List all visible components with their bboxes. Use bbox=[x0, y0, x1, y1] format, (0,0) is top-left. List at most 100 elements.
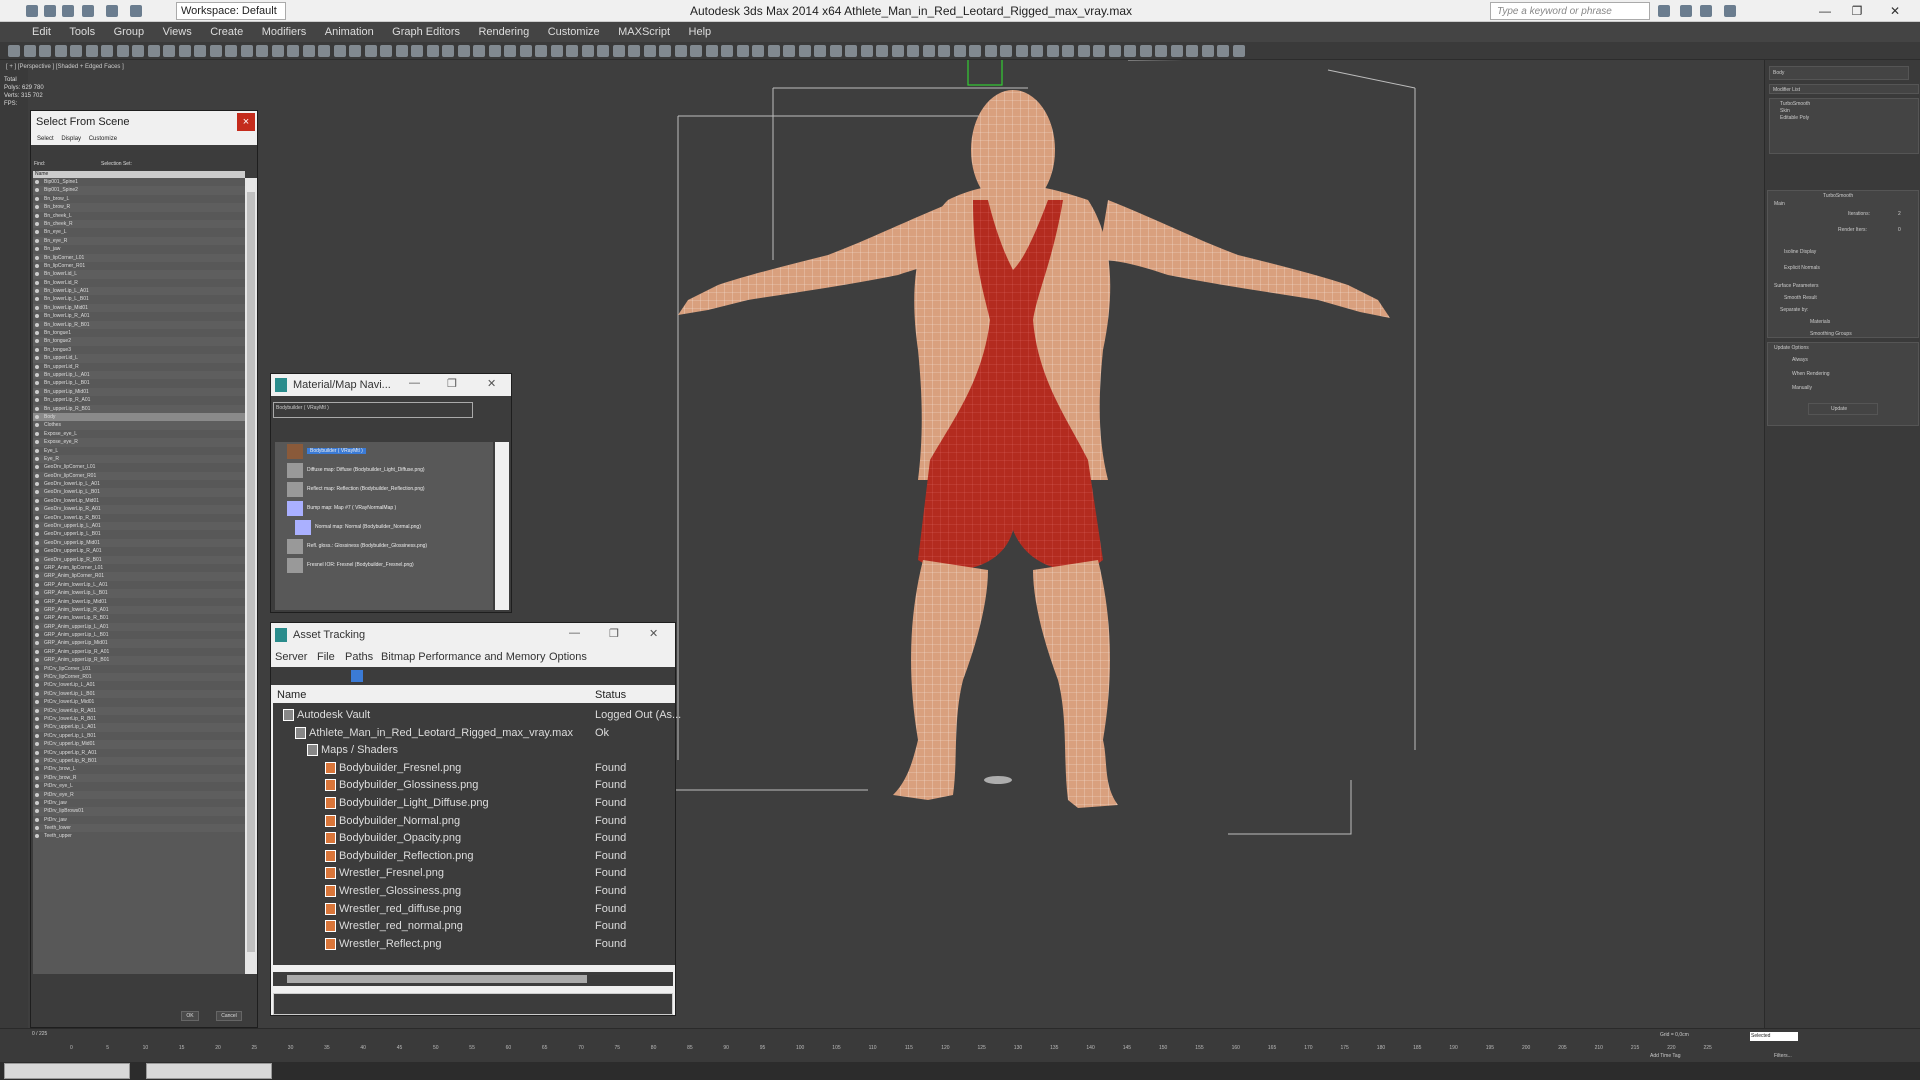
menu-server[interactable]: Server bbox=[275, 651, 307, 663]
toolbar-tool-icon[interactable] bbox=[225, 45, 237, 57]
table-row[interactable]: Wrestler_red_diffuse.png Found bbox=[273, 901, 675, 918]
menu-select[interactable]: Select bbox=[37, 136, 54, 142]
toolbar-tool-icon[interactable] bbox=[814, 45, 826, 57]
toolbar-tool-icon[interactable] bbox=[1186, 45, 1198, 57]
list-item[interactable]: Bn_cheek_R bbox=[33, 219, 245, 229]
list-item[interactable]: Bn_eye_R bbox=[33, 236, 245, 246]
toolbar-tool-icon[interactable] bbox=[1031, 45, 1043, 57]
list-item[interactable]: GRP_Anim_lipCorner_L01 bbox=[33, 564, 245, 572]
toolbar-tool-icon[interactable] bbox=[132, 45, 144, 57]
list-item[interactable]: GRP_Anim_upperLip_L_B01 bbox=[33, 631, 245, 639]
toolbar-tool-icon[interactable] bbox=[581, 45, 594, 57]
toolbar-tool-icon[interactable] bbox=[54, 45, 67, 57]
toolbar-tool-icon[interactable] bbox=[395, 45, 408, 57]
list-item[interactable]: GeoDrv_lowerLip_R_A01 bbox=[33, 505, 245, 514]
toolbar-tool-icon[interactable] bbox=[504, 45, 516, 57]
list-item[interactable]: Bip001_Spine1 bbox=[33, 178, 245, 186]
toolbar-tool-icon[interactable] bbox=[194, 45, 206, 57]
task-window-1[interactable] bbox=[4, 1063, 130, 1079]
toolbar-tool-icon[interactable] bbox=[147, 45, 160, 57]
list-item[interactable]: GeoDrv_upperLip_L_A01 bbox=[33, 522, 245, 531]
list-item[interactable]: Teeth_upper bbox=[33, 832, 245, 840]
task-window-2[interactable] bbox=[146, 1063, 272, 1079]
menu-bitmap-performance[interactable]: Bitmap Performance and Memory bbox=[381, 651, 545, 663]
explicit-normals-checkbox[interactable]: Explicit Normals bbox=[1784, 265, 1820, 271]
save-icon[interactable] bbox=[60, 3, 76, 18]
scrollbar-thumb[interactable] bbox=[287, 975, 587, 983]
list-item[interactable]: GeoDrv_upperLip_R_B01 bbox=[33, 555, 245, 564]
toolbar-tool-icon[interactable] bbox=[271, 45, 284, 57]
open-file-icon[interactable] bbox=[42, 3, 58, 18]
toolbar-tool-icon[interactable] bbox=[457, 45, 470, 57]
list-item[interactable]: Bn_jaw bbox=[33, 245, 245, 253]
toolbar-tool-icon[interactable] bbox=[829, 45, 842, 57]
list-item[interactable]: Bn_upperLip_Mid01 bbox=[33, 387, 245, 397]
list-item[interactable]: Bn_brow_L bbox=[33, 195, 245, 203]
list-item[interactable]: PtDrv_lipBrows01 bbox=[33, 807, 245, 816]
frame-counter[interactable]: 0 / 225 bbox=[32, 1031, 47, 1037]
list-item[interactable]: PtCrv_upperLip_Mid01 bbox=[33, 740, 245, 749]
list-item[interactable]: Eye_R bbox=[33, 454, 245, 464]
toolbar-tool-icon[interactable] bbox=[597, 45, 609, 57]
list-item[interactable]: Bn_lowerLid_L bbox=[33, 270, 245, 279]
list-item[interactable]: PtDrv_brow_L bbox=[33, 765, 245, 773]
toolbar-tool-icon[interactable] bbox=[736, 45, 749, 57]
toolbar-tool-icon[interactable] bbox=[333, 45, 346, 57]
toolbar-tool-icon[interactable] bbox=[488, 45, 501, 57]
table-row[interactable]: Bodybuilder_Fresnel.png Found bbox=[273, 760, 675, 777]
close-icon[interactable]: ✕ bbox=[487, 377, 496, 390]
list-item[interactable]: PtCrv_lowerLip_L_B01 bbox=[33, 689, 245, 699]
toolbar-tool-icon[interactable] bbox=[891, 45, 904, 57]
menu-help[interactable]: Help bbox=[689, 23, 712, 41]
highlight-icon[interactable] bbox=[351, 670, 363, 682]
list-item[interactable]: GeoDrv_lowerLip_R_B01 bbox=[33, 514, 245, 522]
toolbar-tool-icon[interactable] bbox=[1062, 45, 1074, 57]
list-item[interactable]: Bn_eye_L bbox=[33, 228, 245, 236]
list-item[interactable]: Bn_lowerLip_R_A01 bbox=[33, 312, 245, 320]
list-item[interactable]: PtDrv_jaw bbox=[33, 799, 245, 807]
list-item[interactable]: Eye_L bbox=[33, 447, 245, 455]
add-time-tag[interactable]: Add Time Tag bbox=[1650, 1053, 1680, 1059]
menu-create[interactable]: Create bbox=[210, 23, 243, 41]
table-row[interactable]: Bodybuilder_Light_Diffuse.png Found bbox=[273, 795, 675, 812]
toolbar-tool-icon[interactable] bbox=[302, 45, 315, 57]
list-item[interactable]: GeoDrv_lowerLip_Mid01 bbox=[33, 497, 245, 505]
asset-table[interactable]: Name Status Autodesk Vault Logged Out (As… bbox=[273, 687, 681, 965]
toolbar-tool-icon[interactable] bbox=[240, 45, 253, 57]
timeline[interactable]: 0 / 225 0 5 10 15 20 25 30 35 40 45 50 55 60 65 70 75 80… bbox=[0, 1028, 1920, 1062]
toolbar-tool-icon[interactable] bbox=[442, 45, 454, 57]
toolbar-tool-icon[interactable] bbox=[705, 45, 718, 57]
modifier-stack[interactable]: TurboSmooth Skin Editable Poly bbox=[1769, 98, 1919, 154]
menu-rendering[interactable]: Rendering bbox=[478, 23, 529, 41]
list-item[interactable]: GRP_Anim_lowerLip_L_B01 bbox=[33, 589, 245, 598]
list-item[interactable]: Bn_tongue3 bbox=[33, 346, 245, 354]
list-item[interactable]: GeoDrv_upperLip_Mid01 bbox=[33, 538, 245, 548]
stack-skin[interactable]: Skin bbox=[1780, 108, 1790, 114]
toolbar-tool-icon[interactable] bbox=[411, 45, 423, 57]
toolbar-tool-icon[interactable] bbox=[767, 45, 780, 57]
maximize-icon[interactable]: ❐ bbox=[447, 377, 457, 390]
toolbar-tool-icon[interactable] bbox=[1077, 45, 1090, 57]
toolbar-tool-icon[interactable] bbox=[628, 45, 640, 57]
list-item[interactable]: PtCrv_lowerLip_Mid01 bbox=[33, 698, 245, 706]
maximize-button[interactable]: ❐ bbox=[1842, 2, 1872, 20]
redo-icon[interactable] bbox=[104, 3, 120, 18]
list-item[interactable]: GRP_Anim_lowerLip_R_B01 bbox=[33, 614, 245, 622]
toolbar-tool-icon[interactable] bbox=[566, 45, 578, 57]
minimize-icon[interactable]: — bbox=[569, 627, 580, 639]
col-status[interactable]: Status bbox=[595, 689, 626, 701]
toolbar-tool-icon[interactable] bbox=[1000, 45, 1012, 57]
toolbar-tool-icon[interactable] bbox=[349, 45, 361, 57]
toolbar-tool-icon[interactable] bbox=[23, 45, 36, 57]
list-scrollbar[interactable] bbox=[245, 178, 257, 974]
list-item[interactable]: GeoDrv_lipCorner_L01 bbox=[33, 463, 245, 471]
toolbar-tool-icon[interactable] bbox=[690, 45, 702, 57]
list-item[interactable]: Bn_upperLid_L bbox=[33, 354, 245, 363]
maximize-icon[interactable]: ❐ bbox=[609, 627, 619, 640]
ok-button[interactable]: OK bbox=[181, 1011, 199, 1021]
toolbar-tool-icon[interactable] bbox=[287, 45, 299, 57]
toolbar-tool-icon[interactable] bbox=[1217, 45, 1229, 57]
list-item[interactable]: Body bbox=[33, 412, 245, 422]
smooth-result-checkbox[interactable]: Smooth Result bbox=[1784, 295, 1817, 301]
new-file-icon[interactable] bbox=[24, 3, 40, 18]
